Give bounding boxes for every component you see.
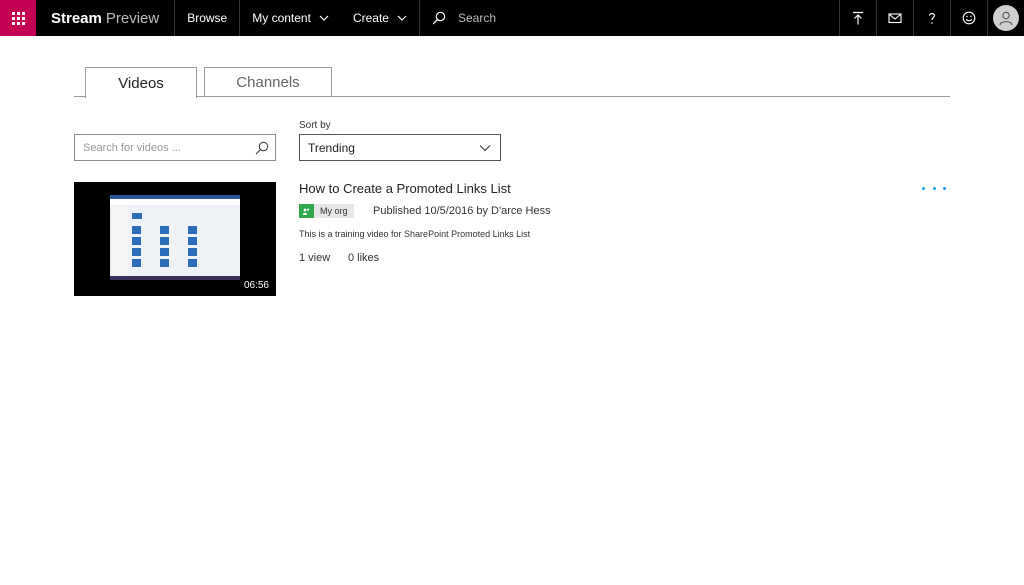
upload-icon (853, 11, 863, 25)
sort-dropdown[interactable]: Trending (299, 134, 501, 161)
account-area (987, 0, 1024, 36)
sort-label: Sort by (299, 120, 331, 131)
upload-button[interactable] (839, 0, 876, 36)
person-icon (999, 11, 1013, 26)
brand-suffix: Preview (105, 9, 160, 27)
content-tabs: Videos Channels (74, 67, 950, 98)
video-search-input[interactable] (75, 141, 245, 154)
tab-channels-label: Channels (236, 73, 300, 91)
like-count: 0 likes (348, 252, 380, 264)
sort-value: Trending (308, 140, 355, 155)
org-badge-label: My org (314, 204, 354, 218)
waffle-icon (11, 11, 25, 25)
nav-browse-label: Browse (187, 11, 228, 25)
avatar[interactable] (993, 5, 1019, 31)
top-search (418, 0, 839, 36)
help-button[interactable] (913, 0, 950, 36)
nav-my-content-label: My content (252, 11, 311, 25)
published-info: Published 10/5/2016 by D'arce Hess (373, 205, 551, 217)
tab-videos-label: Videos (118, 74, 164, 92)
feedback-button[interactable] (950, 0, 987, 36)
more-options-button[interactable] (922, 180, 946, 196)
brand-name: Stream (51, 9, 102, 27)
brand[interactable]: Stream Preview (36, 0, 176, 36)
video-search (74, 134, 276, 161)
top-search-input[interactable] (457, 11, 758, 25)
nav-create[interactable]: Create (341, 0, 419, 36)
tab-videos[interactable]: Videos (85, 67, 197, 98)
mail-icon (888, 13, 902, 24)
notifications-button[interactable] (876, 0, 913, 36)
chevron-down-icon (319, 15, 329, 21)
search-icon[interactable] (255, 141, 269, 155)
nav-browse[interactable]: Browse (175, 0, 241, 36)
nav-my-content[interactable]: My content (240, 0, 341, 36)
app-launcher-button[interactable] (0, 0, 36, 36)
org-badge: My org (299, 204, 354, 218)
search-icon (432, 11, 446, 25)
org-icon (299, 204, 314, 218)
nav-create-label: Create (352, 11, 389, 25)
video-duration: 06:56 (239, 278, 273, 293)
video-description: This is a training video for SharePoint … (299, 229, 531, 239)
view-count: 1 view (299, 252, 331, 264)
top-bar: Stream Preview Browse My content Create (0, 0, 1024, 36)
chevron-down-icon (479, 145, 491, 152)
help-icon (928, 13, 936, 24)
video-thumbnail[interactable]: 06:56 (74, 182, 276, 296)
tab-channels[interactable]: Channels (204, 67, 332, 97)
smiley-icon (962, 11, 976, 25)
video-title[interactable]: How to Create a Promoted Links List (299, 181, 511, 196)
ellipsis-icon (922, 186, 925, 190)
chevron-down-icon (397, 15, 407, 21)
